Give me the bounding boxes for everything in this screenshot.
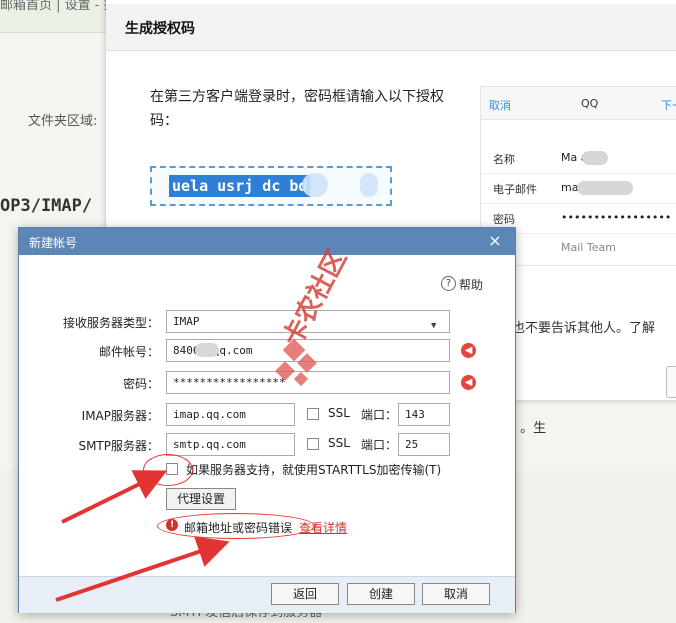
watermark-logo: 卡农社区 xyxy=(275,245,353,387)
watermark-square xyxy=(275,361,295,381)
annotation-arrow xyxy=(55,536,230,602)
watermark-square xyxy=(293,371,309,387)
watermark-text: 卡农社区 xyxy=(277,245,353,351)
watermark-square xyxy=(297,353,317,373)
annotation-arrow xyxy=(61,470,168,524)
